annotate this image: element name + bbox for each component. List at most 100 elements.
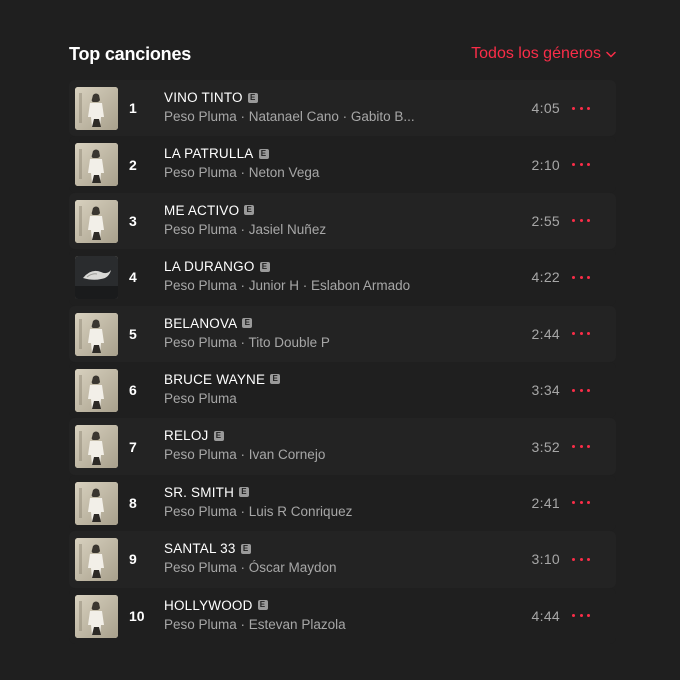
song-title-line: RELOJ E — [164, 428, 464, 443]
song-meta: RELOJ E Peso Pluma · Ivan Cornejo — [164, 428, 464, 462]
more-options-icon[interactable] — [572, 440, 590, 454]
song-title-line: BELANOVA E — [164, 316, 464, 331]
song-duration: 3:10 — [531, 551, 560, 568]
song-row-2[interactable]: 2 LA PATRULLA E Peso Pluma · Neton Vega … — [69, 136, 616, 193]
song-row-1[interactable]: 1 VINO TINTO E Peso Pluma · Natanael Can… — [69, 80, 616, 137]
song-artists[interactable]: Peso Pluma · Natanael Cano · Gabito B... — [164, 109, 432, 124]
song-row-7[interactable]: 7 RELOJ E Peso Pluma · Ivan Cornejo 3:52 — [69, 418, 616, 475]
song-meta: BRUCE WAYNE E Peso Pluma — [164, 372, 464, 406]
song-duration: 4:05 — [531, 100, 560, 117]
more-options-icon[interactable] — [572, 383, 590, 397]
song-rank: 1 — [129, 100, 137, 117]
song-title[interactable]: VINO TINTO — [164, 90, 243, 105]
song-meta: LA PATRULLA E Peso Pluma · Neton Vega — [164, 146, 464, 180]
song-meta: SR. SMITH E Peso Pluma · Luis R Conrique… — [164, 485, 464, 519]
more-options-icon[interactable] — [572, 609, 590, 623]
album-art[interactable] — [75, 594, 118, 638]
song-duration: 4:44 — [531, 607, 560, 624]
more-options-icon[interactable] — [572, 327, 590, 341]
song-meta: VINO TINTO E Peso Pluma · Natanael Cano … — [164, 90, 464, 124]
album-art[interactable] — [75, 312, 118, 356]
song-meta: HOLLYWOOD E Peso Pluma · Estevan Plazola — [164, 598, 464, 632]
song-meta: SANTAL 33 E Peso Pluma · Óscar Maydon — [164, 541, 464, 575]
album-art[interactable] — [75, 425, 118, 469]
song-artists[interactable]: Peso Pluma · Neton Vega — [164, 165, 432, 180]
song-title-line: ME ACTIVO E — [164, 203, 464, 218]
explicit-icon: E — [258, 148, 269, 159]
song-artists[interactable]: Peso Pluma · Óscar Maydon — [164, 560, 432, 575]
song-title[interactable]: BRUCE WAYNE — [164, 372, 265, 387]
explicit-icon: E — [244, 205, 255, 216]
song-title[interactable]: ME ACTIVO — [164, 203, 239, 218]
song-artists[interactable]: Peso Pluma · Estevan Plazola — [164, 617, 432, 632]
song-row-5[interactable]: 5 BELANOVA E Peso Pluma · Tito Double P … — [69, 305, 616, 362]
song-duration: 2:41 — [531, 494, 560, 511]
chevron-down-icon — [606, 51, 616, 58]
song-title-line: LA DURANGO E — [164, 259, 464, 274]
explicit-icon: E — [247, 92, 258, 103]
song-meta: BELANOVA E Peso Pluma · Tito Double P — [164, 316, 464, 350]
song-artists[interactable]: Peso Pluma · Luis R Conriquez — [164, 504, 432, 519]
song-artists[interactable]: Peso Pluma · Ivan Cornejo — [164, 447, 432, 462]
song-rank: 5 — [129, 325, 137, 342]
song-artists[interactable]: Peso Pluma — [164, 391, 432, 406]
song-artists[interactable]: Peso Pluma · Jasiel Nuñez — [164, 222, 432, 237]
song-title-line: SANTAL 33 E — [164, 541, 464, 556]
album-art[interactable] — [75, 368, 118, 412]
song-rank: 8 — [129, 494, 137, 511]
song-duration: 2:55 — [531, 212, 560, 229]
song-title-line: SR. SMITH E — [164, 485, 464, 500]
more-options-icon[interactable] — [572, 158, 590, 172]
song-duration: 4:22 — [531, 269, 560, 286]
song-row-3[interactable]: 3 ME ACTIVO E Peso Pluma · Jasiel Nuñez … — [69, 192, 616, 250]
song-rank: 7 — [129, 438, 137, 455]
song-title[interactable]: SR. SMITH — [164, 485, 234, 500]
explicit-icon: E — [242, 318, 253, 329]
song-row-6[interactable]: 6 BRUCE WAYNE E Peso Pluma 3:34 — [69, 361, 616, 419]
album-art[interactable] — [75, 143, 118, 187]
album-art[interactable] — [75, 538, 118, 582]
song-list: 1 VINO TINTO E Peso Pluma · Natanael Can… — [69, 80, 616, 644]
genre-filter-button[interactable]: Todos los géneros — [471, 45, 616, 63]
album-art[interactable] — [75, 256, 118, 300]
song-row-4[interactable]: 4 LA DURANGO E Peso Pluma · Junior H · E… — [69, 249, 616, 306]
section-header: Top canciones Todos los géneros — [69, 40, 616, 68]
song-title[interactable]: HOLLYWOOD — [164, 598, 253, 613]
song-rank: 9 — [129, 551, 137, 568]
song-title[interactable]: LA DURANGO — [164, 259, 255, 274]
song-rank: 6 — [129, 382, 137, 399]
song-rank: 2 — [129, 156, 137, 173]
song-meta: ME ACTIVO E Peso Pluma · Jasiel Nuñez — [164, 203, 464, 237]
album-art[interactable] — [75, 199, 118, 243]
section-title: Top canciones — [69, 43, 192, 64]
explicit-icon: E — [240, 543, 251, 554]
explicit-icon: E — [259, 261, 270, 272]
explicit-icon: E — [270, 374, 281, 385]
song-title-line: VINO TINTO E — [164, 90, 464, 105]
album-art[interactable] — [75, 481, 118, 525]
explicit-icon: E — [257, 600, 268, 611]
album-art[interactable] — [75, 87, 118, 130]
song-title[interactable]: LA PATRULLA — [164, 146, 254, 161]
song-row-8[interactable]: 8 SR. SMITH E Peso Pluma · Luis R Conriq… — [69, 474, 616, 532]
genre-filter-label: Todos los géneros — [471, 45, 601, 62]
song-title-line: HOLLYWOOD E — [164, 598, 464, 613]
song-artists[interactable]: Peso Pluma · Tito Double P — [164, 335, 432, 350]
song-row-10[interactable]: 10 HOLLYWOOD E Peso Pluma · Estevan Plaz… — [69, 587, 616, 644]
song-title[interactable]: RELOJ — [164, 428, 209, 443]
song-rank: 3 — [129, 212, 137, 229]
top-songs-page: Top canciones Todos los géneros 1 VINO T… — [0, 0, 680, 680]
song-row-9[interactable]: 9 SANTAL 33 E Peso Pluma · Óscar Maydon … — [69, 531, 616, 588]
song-title[interactable]: BELANOVA — [164, 316, 237, 331]
song-duration: 3:34 — [531, 382, 560, 399]
more-options-icon[interactable] — [572, 552, 590, 566]
more-options-icon[interactable] — [572, 214, 590, 228]
song-title[interactable]: SANTAL 33 — [164, 541, 236, 556]
song-duration: 2:10 — [531, 156, 560, 173]
more-options-icon[interactable] — [572, 496, 590, 510]
more-options-icon[interactable] — [572, 101, 590, 115]
song-artists[interactable]: Peso Pluma · Junior H · Eslabon Armado — [164, 278, 432, 293]
more-options-icon[interactable] — [572, 270, 590, 284]
song-title-line: LA PATRULLA E — [164, 146, 464, 161]
song-meta: LA DURANGO E Peso Pluma · Junior H · Esl… — [164, 259, 464, 293]
